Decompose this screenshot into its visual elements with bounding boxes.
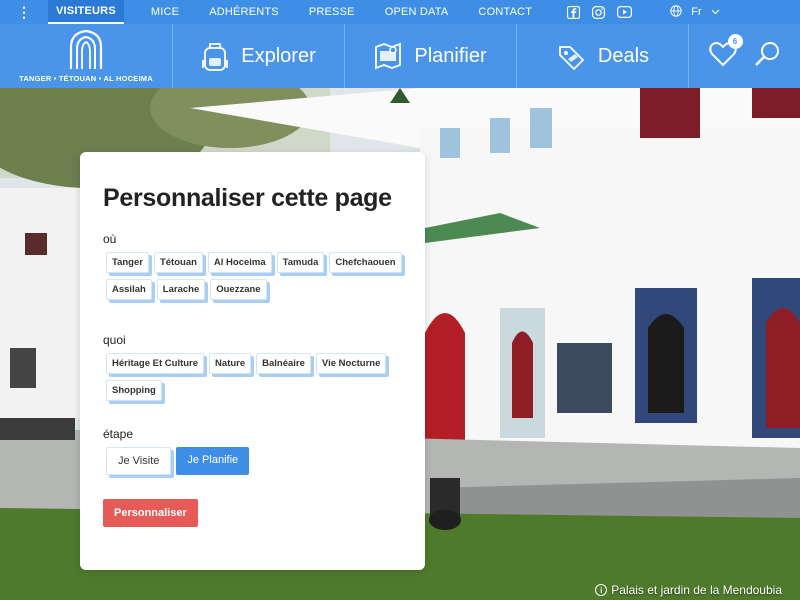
tag-larache[interactable]: Larache (156, 279, 206, 300)
tag-assilah[interactable]: Assilah (106, 279, 152, 300)
personalize-card: Personnaliser cette page où Tanger Tétou… (80, 152, 425, 570)
stage-label: étape (103, 427, 134, 441)
topnav-contact[interactable]: CONTACT (463, 0, 547, 24)
what-group: quoi Héritage Et Culture Nature Balnéair… (103, 333, 402, 401)
personalize-button[interactable]: Personnaliser (103, 499, 198, 527)
where-group: où Tanger Tétouan Al Hoceima Tamuda Chef… (103, 232, 402, 300)
photo-credit-text: Palais et jardin de la Mendoubia (611, 583, 782, 597)
backpack-icon (202, 43, 229, 71)
price-tag-icon (559, 46, 585, 71)
main-nav: TANGER • TÉTOUAN • AL HOCEIMA Explorer P… (0, 24, 800, 88)
more-vertical-icon[interactable]: ⋮ (0, 0, 48, 24)
nav-planifier-label: Planifier (414, 44, 487, 67)
search-icon (754, 41, 779, 66)
tag-tanger[interactable]: Tanger (106, 252, 149, 273)
topnav-open-data[interactable]: OPEN DATA (370, 0, 464, 24)
tag-tamuda[interactable]: Tamuda (276, 252, 325, 273)
topnav-adherents[interactable]: ADHÉRENTS (194, 0, 294, 24)
nav-explorer-label: Explorer (241, 44, 316, 67)
globe-icon (670, 4, 682, 20)
site-logo[interactable]: TANGER • TÉTOUAN • AL HOCEIMA (0, 24, 173, 88)
chevron-down-icon (711, 6, 720, 18)
nav-deals[interactable]: Deals (517, 24, 689, 88)
map-icon (375, 42, 402, 70)
tag-tetouan[interactable]: Tétouan (153, 252, 203, 273)
nav-planifier[interactable]: Planifier (345, 24, 517, 88)
tag-ouezzane[interactable]: Ouezzane (210, 279, 267, 300)
tag-al-hoceima[interactable]: Al Hoceima (207, 252, 272, 273)
language-value: Fr (691, 6, 702, 18)
topnav-presse[interactable]: PRESSE (294, 0, 370, 24)
favorites-count-badge: 6 (727, 33, 743, 49)
photo-credit: i Palais et jardin de la Mendoubia (595, 583, 782, 597)
where-label: où (103, 232, 117, 246)
what-tags: Héritage Et Culture Nature Balnéaire Vie… (106, 353, 402, 401)
nav-actions: 6 (689, 24, 800, 88)
search-button[interactable] (753, 40, 781, 73)
favorites-button[interactable]: 6 (708, 33, 743, 72)
info-icon[interactable]: i (595, 584, 608, 596)
instagram-icon[interactable] (592, 5, 606, 19)
tag-shopping[interactable]: Shopping (106, 380, 162, 401)
tag-vie-nocturne[interactable]: Vie Nocturne (315, 353, 387, 374)
youtube-icon[interactable] (617, 6, 633, 18)
where-tags: Tanger Tétouan Al Hoceima Tamuda Chefcha… (106, 252, 402, 300)
nav-explorer[interactable]: Explorer (173, 24, 345, 88)
tag-nature[interactable]: Nature (209, 353, 252, 374)
what-label: quoi (103, 333, 126, 347)
facebook-icon[interactable] (567, 5, 581, 19)
topnav-visiteurs[interactable]: VISITEURS (48, 0, 124, 24)
stage-plan-button[interactable]: Je Planifie (176, 447, 250, 475)
tag-chefchaouen[interactable]: Chefchaouen (329, 252, 402, 273)
topnav-mice[interactable]: MICE (136, 0, 194, 24)
tag-heritage-culture[interactable]: Héritage Et Culture (106, 353, 205, 374)
card-title: Personnaliser cette page (103, 184, 392, 212)
stage-group: étape Je Visite Je Planifie (103, 427, 402, 475)
arch-logo-icon (69, 29, 103, 69)
logo-text: TANGER • TÉTOUAN • AL HOCEIMA (19, 74, 153, 83)
language-selector[interactable]: Fr (670, 0, 719, 24)
tag-balneaire[interactable]: Balnéaire (256, 353, 311, 374)
stage-visit-button[interactable]: Je Visite (106, 447, 172, 475)
stage-toggle: Je Visite Je Planifie (106, 447, 402, 475)
social-links (567, 0, 633, 24)
nav-deals-label: Deals (597, 44, 650, 67)
top-bar: ⋮ VISITEURS MICE ADHÉRENTS PRESSE OPEN D… (0, 0, 800, 24)
